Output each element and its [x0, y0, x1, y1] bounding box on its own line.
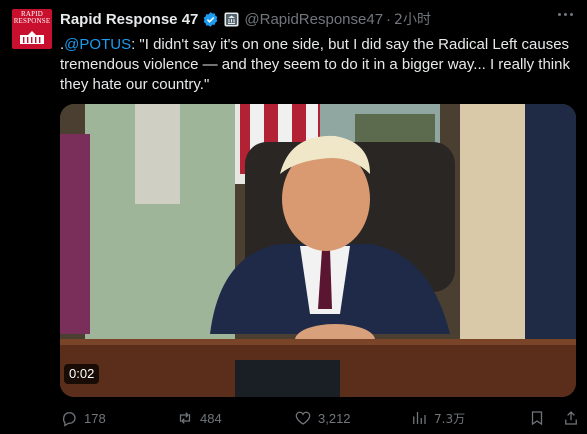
avatar-logo-text: RAPID RESPONSE — [13, 10, 51, 25]
reply-count: 178 — [84, 410, 106, 426]
white-house-icon — [20, 31, 44, 44]
video-timestamp: 0:02 — [64, 364, 100, 384]
more-options-icon[interactable] — [558, 13, 573, 16]
verified-badge-icon[interactable] — [202, 11, 219, 28]
action-bar: 178 484 3,212 7.3万 — [60, 407, 580, 429]
share-icon — [565, 411, 577, 425]
bookmark-button[interactable] — [528, 407, 546, 429]
repost-icon — [179, 412, 191, 424]
share-button[interactable] — [562, 407, 580, 429]
like-button[interactable]: 3,212 — [294, 407, 351, 429]
tweet-text: .@POTUS: "I didn't say it's on one side,… — [60, 35, 580, 95]
video-player[interactable]: 0:02 — [60, 104, 576, 397]
views-button[interactable]: 7.3万 — [410, 407, 465, 429]
handle[interactable]: @RapidResponse47 — [244, 11, 383, 28]
avatar[interactable]: RAPID RESPONSE — [12, 9, 52, 49]
bookmark-icon — [531, 411, 543, 426]
display-name[interactable]: Rapid Response 47 — [60, 11, 198, 28]
tweet-body: : "I didn't say it's on one side, but I … — [60, 36, 570, 93]
repost-button[interactable]: 484 — [176, 407, 222, 429]
tweet[interactable]: RAPID RESPONSE Rapid Response 47 @RapidRe… — [0, 0, 587, 434]
video-frame — [60, 104, 576, 397]
heart-icon — [295, 411, 311, 425]
reply-button[interactable]: 178 — [60, 407, 106, 429]
reply-icon — [62, 412, 76, 427]
views-chart-icon — [413, 412, 426, 424]
separator-dot: · — [386, 10, 392, 28]
tweet-header: Rapid Response 47 @RapidResponse47 · 2小时 — [60, 9, 431, 29]
mention-link[interactable]: @POTUS — [64, 36, 131, 53]
like-count: 3,212 — [318, 410, 351, 426]
repost-count: 484 — [200, 410, 222, 426]
post-time[interactable]: 2小时 — [394, 9, 431, 29]
government-building-badge-icon[interactable] — [224, 12, 239, 27]
view-count: 7.3万 — [434, 411, 466, 426]
